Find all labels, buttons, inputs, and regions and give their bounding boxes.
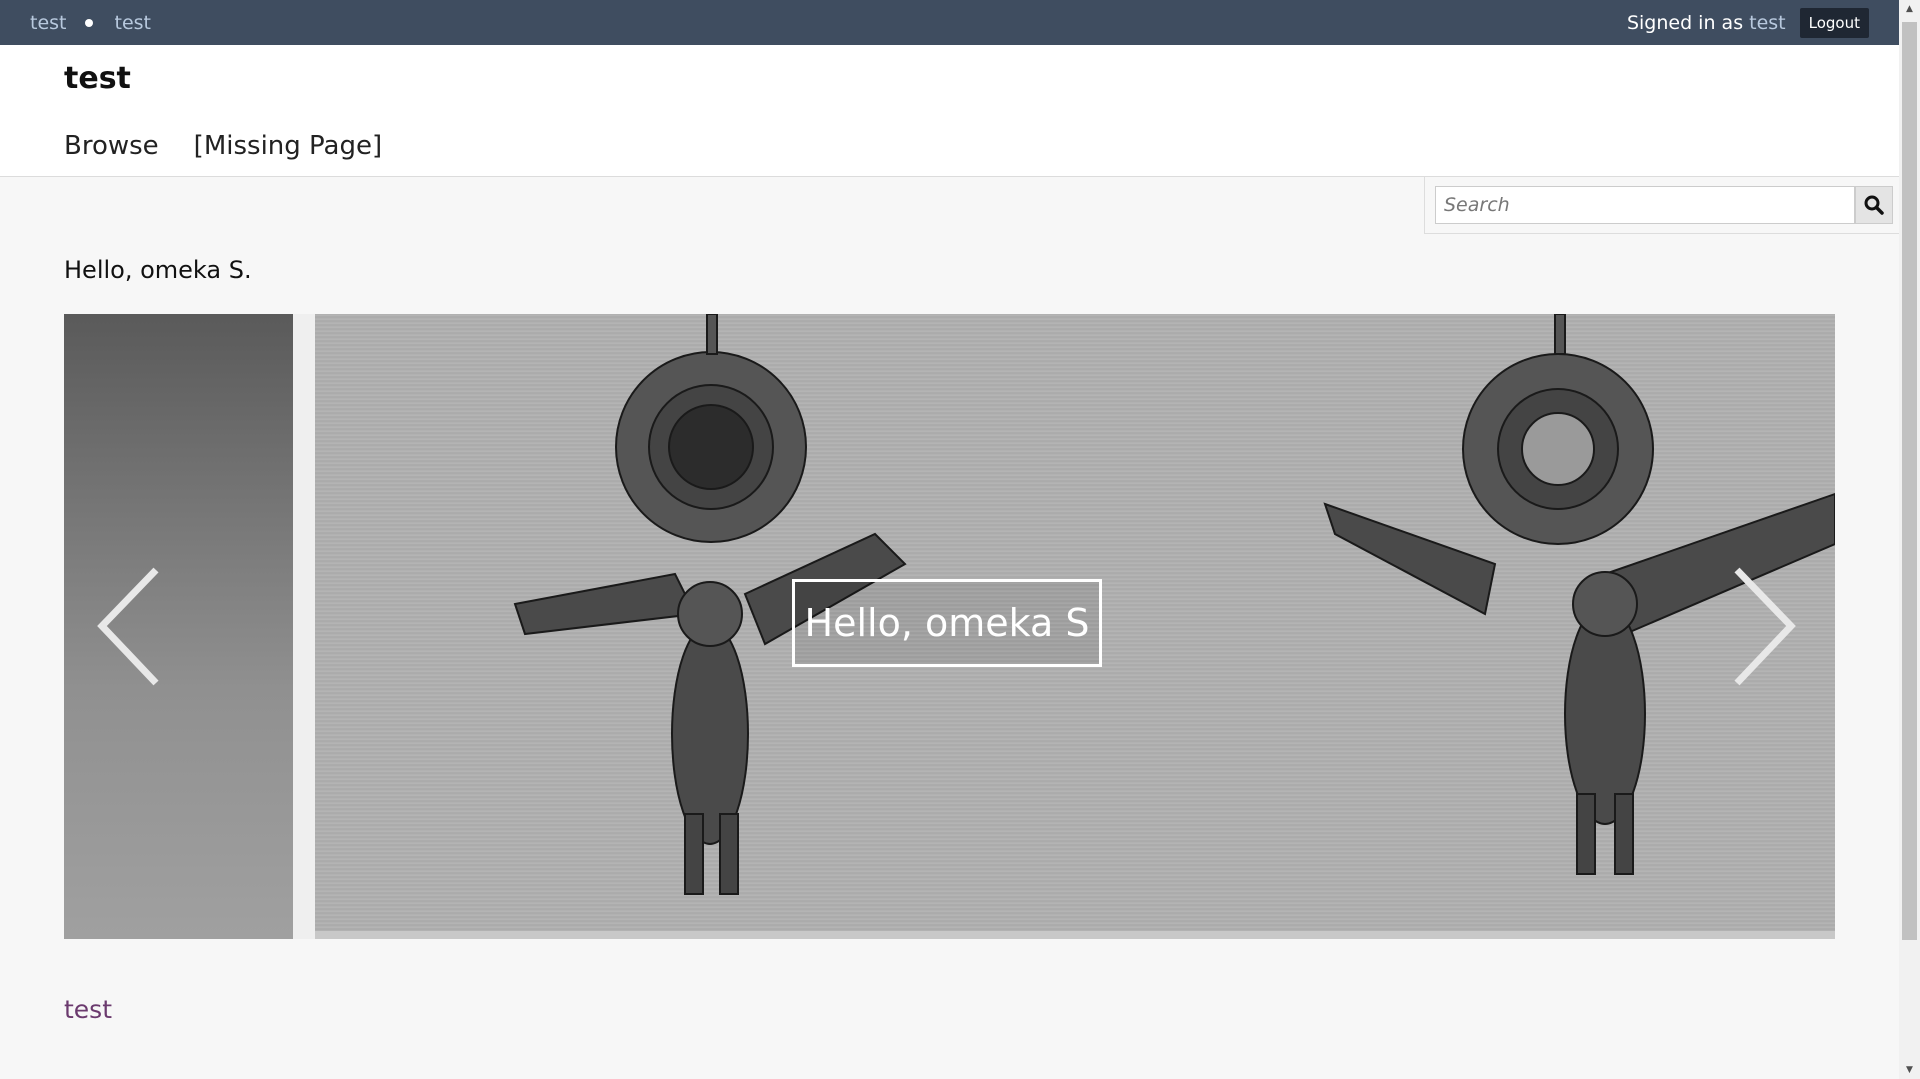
- nav-item-browse[interactable]: Browse: [64, 131, 159, 161]
- logout-button[interactable]: Logout: [1799, 7, 1869, 38]
- nav-item-missing-page[interactable]: [Missing Page]: [194, 131, 382, 161]
- page-heading: Hello, omeka S.: [64, 256, 252, 284]
- chevron-left-icon[interactable]: [94, 564, 164, 689]
- admin-bar-user: Signed in as test Logout: [1627, 0, 1869, 45]
- slide-gap: [293, 314, 315, 939]
- admin-bar-links: test test: [30, 0, 151, 45]
- search-button[interactable]: [1855, 186, 1893, 224]
- site-title[interactable]: test: [64, 61, 131, 96]
- carousel-caption[interactable]: Hello, omeka S: [792, 579, 1102, 667]
- search-icon: [1864, 195, 1884, 215]
- search-form: [1424, 177, 1900, 234]
- scroll-up-arrow-icon[interactable]: ▲: [1899, 0, 1920, 18]
- flower-ornament-right: [1462, 353, 1654, 545]
- scroll-thumb[interactable]: [1902, 22, 1917, 940]
- flower-ornament-left: [615, 351, 807, 543]
- scroll-down-arrow-icon[interactable]: ▼: [1899, 1061, 1920, 1079]
- separator-dot: [84, 18, 93, 27]
- admin-link-site[interactable]: test: [30, 12, 67, 34]
- admin-link-site-admin[interactable]: test: [115, 12, 152, 34]
- user-link[interactable]: test: [1749, 12, 1786, 34]
- search-input[interactable]: [1435, 186, 1855, 224]
- main-nav: Browse [Missing Page]: [64, 131, 382, 161]
- image-carousel[interactable]: Hello, omeka S: [64, 314, 1835, 939]
- chevron-right-icon[interactable]: [1729, 564, 1799, 689]
- site-header: test Browse [Missing Page]: [0, 45, 1899, 177]
- admin-bar: test test Signed in as test Logout: [0, 0, 1899, 45]
- signed-in-text: Signed in as test: [1627, 12, 1786, 34]
- page-scrollbar[interactable]: ▲ ▼: [1899, 0, 1920, 1079]
- signed-in-prefix: Signed in as: [1626, 11, 1744, 34]
- footer-link[interactable]: test: [64, 995, 112, 1024]
